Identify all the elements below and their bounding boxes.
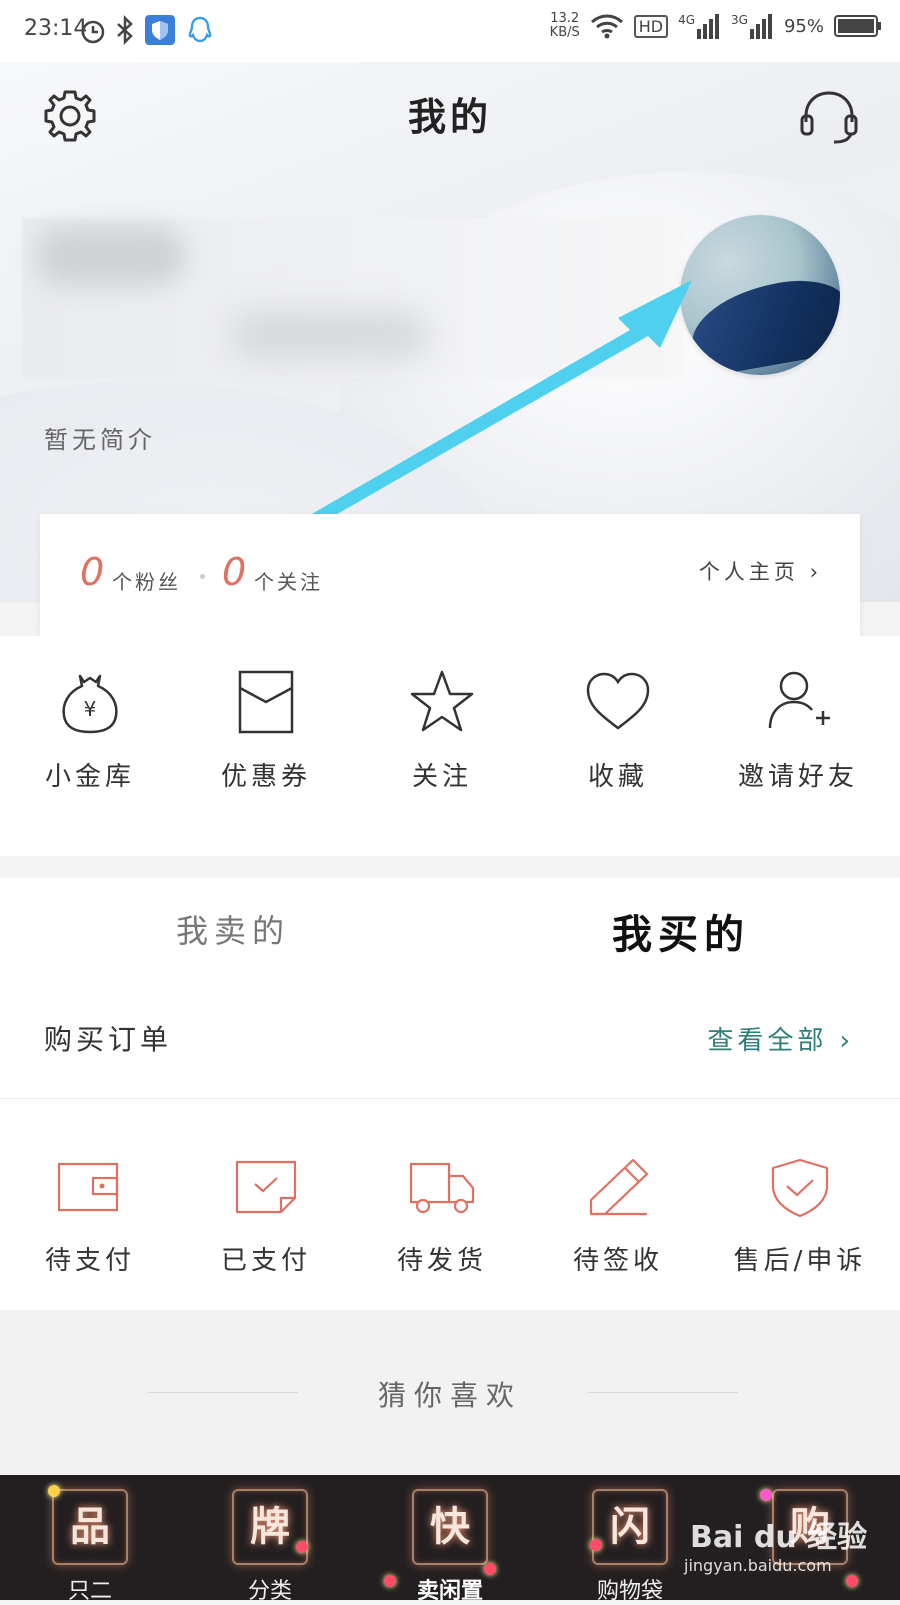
quick-item-favorites[interactable]: 收藏 xyxy=(528,666,708,793)
quick-item-label: 收藏 xyxy=(587,762,648,792)
guess-you-like: 猜你喜欢 xyxy=(0,1310,900,1475)
heart-icon xyxy=(586,672,650,730)
nav-label: 分类 xyxy=(247,1579,292,1604)
battery-icon xyxy=(834,15,881,37)
avatar[interactable] xyxy=(680,215,840,375)
stats-card: 0 个粉丝 0 个关注 个人主页 › xyxy=(40,514,860,636)
order-paid[interactable]: 已支付 xyxy=(176,1156,356,1277)
add-friend-icon xyxy=(768,671,830,729)
quick-actions: ¥ 小金库 优惠券 关注 收藏 邀请好友 xyxy=(0,636,900,856)
watermark-url: jingyan.baidu.com xyxy=(684,1556,832,1575)
settings-gear-icon[interactable] xyxy=(42,88,98,144)
sparkle-decoration xyxy=(296,1541,308,1553)
coupon-icon xyxy=(238,670,294,734)
separator-dot xyxy=(200,574,205,579)
username-blurred xyxy=(36,226,186,286)
bluetooth-icon xyxy=(117,14,133,46)
net-4g-label: 4G xyxy=(678,13,696,27)
signal-bars-icon xyxy=(697,14,720,39)
quick-item-label: 优惠券 xyxy=(220,762,311,792)
quick-item-follow[interactable]: 关注 xyxy=(352,666,532,793)
sparkle-decoration xyxy=(846,1575,858,1587)
battery-percent: 95% xyxy=(783,15,824,37)
qq-icon xyxy=(188,16,212,43)
watermark-logo: Bai du 经验 xyxy=(690,1520,868,1555)
personal-homepage-link[interactable]: 个人主页 › xyxy=(699,556,822,586)
status-bar: 23:14 13.2 KB/S HD 4G 3G 95% xyxy=(0,0,900,62)
money-bag-icon: ¥ xyxy=(62,674,118,734)
purchase-orders-title: 购买订单 xyxy=(44,1023,173,1056)
view-all-link[interactable]: 查看全部 › xyxy=(707,1020,854,1057)
net-speed-value: 13.2 xyxy=(550,11,580,26)
paid-icon xyxy=(235,1160,297,1214)
sparkle-decoration xyxy=(484,1563,496,1575)
sparkle-decoration xyxy=(48,1485,60,1497)
quick-item-coupon[interactable]: 优惠券 xyxy=(176,666,356,793)
sparkle-decoration xyxy=(590,1539,602,1551)
pencil-icon xyxy=(589,1158,649,1216)
svg-text:¥: ¥ xyxy=(84,697,97,721)
status-right: 13.2 KB/S HD 4G 3G 95% xyxy=(550,12,882,40)
divider-line xyxy=(588,1392,738,1393)
nav-category-icon: 牌 xyxy=(232,1489,308,1565)
quick-item-label: 邀请好友 xyxy=(737,762,858,792)
alarm-icon xyxy=(81,20,105,44)
tab-my-bought[interactable]: 我买的 xyxy=(612,902,750,960)
order-after-sales[interactable]: 售后/申诉 xyxy=(710,1156,890,1277)
nav-cart-icon: 闪 xyxy=(592,1489,668,1565)
security-shield-icon xyxy=(145,15,175,45)
quick-item-invite[interactable]: 邀请好友 xyxy=(708,666,888,793)
divider xyxy=(0,1098,900,1099)
customer-service-headset-icon[interactable] xyxy=(798,88,860,146)
order-item-label: 已支付 xyxy=(220,1246,311,1276)
nav-label: 只二 xyxy=(67,1579,112,1604)
wallet-icon xyxy=(57,1162,119,1212)
nav-item-category[interactable]: 牌 分类 xyxy=(180,1489,360,1605)
shield-check-icon xyxy=(771,1158,829,1218)
fans-label[interactable]: 个粉丝 xyxy=(112,566,181,595)
sparkle-decoration xyxy=(760,1489,772,1501)
following-count[interactable]: 0 xyxy=(222,550,246,594)
nav-item-sell[interactable]: 快 卖闲置 xyxy=(360,1489,540,1605)
net-3g-label: 3G xyxy=(731,13,748,27)
signal-3g: 3G xyxy=(731,13,774,39)
order-item-label: 售后/申诉 xyxy=(733,1246,867,1276)
order-pending-receipt[interactable]: 待签收 xyxy=(528,1156,708,1277)
quick-item-wallet[interactable]: ¥ 小金库 xyxy=(0,666,180,793)
net-speed-unit: KB/S xyxy=(549,25,580,40)
nav-sell-icon: 快 xyxy=(412,1489,488,1565)
nav-label: 购物袋 xyxy=(596,1579,663,1604)
order-item-label: 待签收 xyxy=(572,1246,663,1276)
truck-icon xyxy=(409,1162,475,1214)
nav-home-icon: 品 xyxy=(52,1489,128,1565)
order-item-label: 待发货 xyxy=(396,1246,487,1276)
nav-item-home[interactable]: 品 只二 xyxy=(0,1485,180,1605)
tab-my-sold[interactable]: 我卖的 xyxy=(176,906,290,952)
fans-count[interactable]: 0 xyxy=(80,550,104,594)
signal-4g: 4G xyxy=(678,13,721,39)
profile-bio: 暂无简介 xyxy=(44,426,156,454)
guess-you-like-title: 猜你喜欢 xyxy=(377,1379,522,1412)
quick-item-label: 小金库 xyxy=(44,762,135,792)
wifi-icon xyxy=(590,14,623,39)
order-pending-shipment[interactable]: 待发货 xyxy=(352,1156,532,1277)
quick-item-label: 关注 xyxy=(411,762,472,792)
sparkle-decoration xyxy=(384,1575,396,1587)
following-label[interactable]: 个关注 xyxy=(254,566,323,595)
orders-section: 我卖的 我买的 购买订单 查看全部 › 待支付 已支付 待发货 待签收 售后/申… xyxy=(0,878,900,1310)
star-icon xyxy=(410,670,474,732)
hd-badge: HD xyxy=(633,14,669,38)
signal-bars-icon xyxy=(749,14,772,39)
order-pending-payment[interactable]: 待支付 xyxy=(0,1156,180,1277)
order-item-label: 待支付 xyxy=(44,1246,135,1276)
page-title: 我的 xyxy=(407,95,492,139)
annotation-arrow-icon xyxy=(310,280,692,525)
